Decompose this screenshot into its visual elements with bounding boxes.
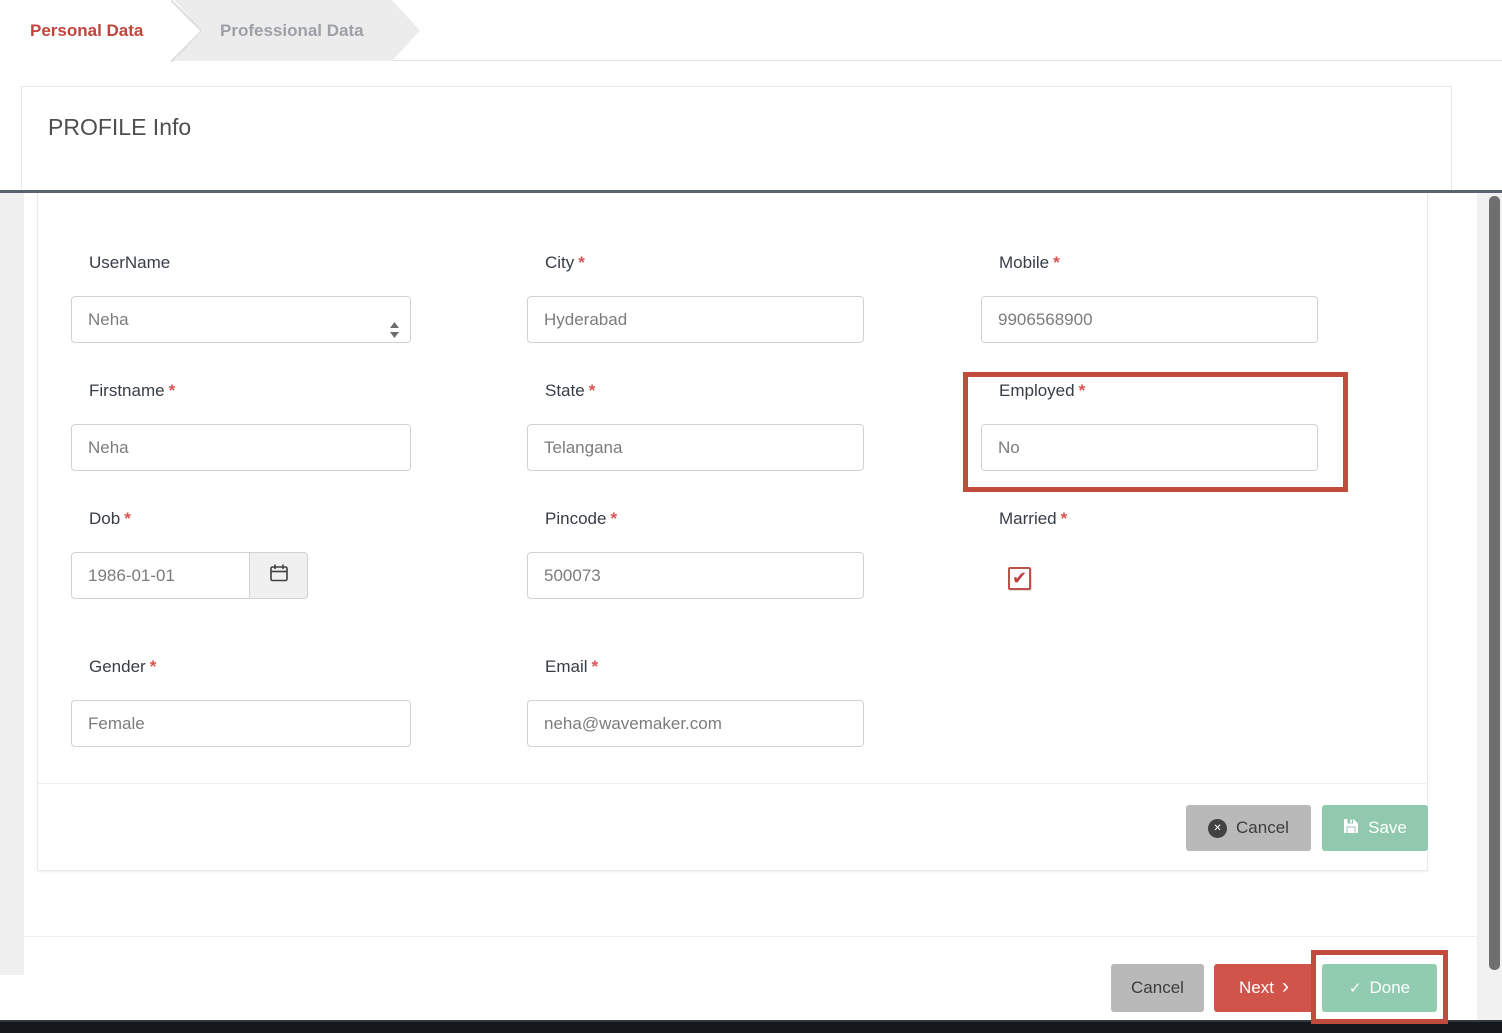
- dob-label: Dob*: [71, 509, 308, 529]
- field-state: State*: [527, 381, 864, 471]
- cancel-circle-x-icon: ✕: [1208, 819, 1227, 838]
- page-title: PROFILE Info: [48, 114, 191, 141]
- employed-label: Employed*: [981, 381, 1318, 401]
- save-floppy-icon: [1343, 818, 1359, 839]
- field-mobile: Mobile*: [981, 253, 1318, 343]
- field-firstname: Firstname*: [71, 381, 411, 471]
- married-label: Married*: [981, 509, 1318, 529]
- pincode-input[interactable]: [527, 552, 864, 599]
- field-city: City*: [527, 253, 864, 343]
- form-footer-divider: [37, 783, 1428, 784]
- city-label: City*: [527, 253, 864, 273]
- dob-calendar-button[interactable]: [250, 552, 308, 599]
- profile-header-card: PROFILE Info: [21, 86, 1452, 192]
- left-gutter: [0, 193, 24, 975]
- field-pincode: Pincode*: [527, 509, 864, 599]
- firstname-label: Firstname*: [71, 381, 411, 401]
- bottom-bar-divider: [21, 936, 1477, 937]
- tab-professional-data[interactable]: Professional Data: [174, 0, 420, 61]
- select-stepper-icon: [389, 311, 400, 356]
- gender-label: Gender*: [71, 657, 411, 677]
- form-save-button[interactable]: Save: [1322, 805, 1428, 851]
- state-input[interactable]: [527, 424, 864, 471]
- pincode-label: Pincode*: [527, 509, 864, 529]
- state-label: State*: [527, 381, 864, 401]
- wizard-step-bar: Personal Data Professional Data: [0, 0, 1502, 61]
- email-label: Email*: [527, 657, 864, 677]
- married-checkbox[interactable]: [1008, 567, 1031, 590]
- email-input[interactable]: [527, 700, 864, 747]
- city-input[interactable]: [527, 296, 864, 343]
- next-chevron-icon: ›: [1282, 976, 1289, 997]
- mobile-input[interactable]: [981, 296, 1318, 343]
- gender-input[interactable]: [71, 700, 411, 747]
- username-selected-value: Neha: [88, 310, 129, 329]
- header-divider: [0, 190, 1502, 193]
- dob-input[interactable]: [71, 552, 250, 599]
- form-cancel-button[interactable]: ✕ Cancel: [1186, 805, 1311, 851]
- scrollbar-thumb[interactable]: [1489, 196, 1500, 970]
- employed-input[interactable]: [981, 424, 1318, 471]
- bottom-dark-strip: [0, 1020, 1502, 1033]
- field-married: Married*: [981, 509, 1318, 590]
- field-username: UserName Neha: [71, 253, 411, 343]
- wizard-done-button[interactable]: ✓ Done: [1322, 964, 1437, 1012]
- username-label: UserName: [71, 253, 411, 273]
- field-gender: Gender*: [71, 657, 411, 747]
- done-check-icon: ✓: [1349, 979, 1362, 997]
- field-employed: Employed*: [981, 381, 1318, 471]
- field-dob: Dob*: [71, 509, 308, 599]
- firstname-input[interactable]: [71, 424, 411, 471]
- mobile-label: Mobile*: [981, 253, 1318, 273]
- field-email: Email*: [527, 657, 864, 747]
- username-select[interactable]: Neha: [71, 296, 411, 343]
- wizard-cancel-button[interactable]: Cancel: [1111, 964, 1204, 1012]
- calendar-icon: [269, 563, 289, 588]
- wizard-next-button[interactable]: Next ›: [1214, 964, 1314, 1012]
